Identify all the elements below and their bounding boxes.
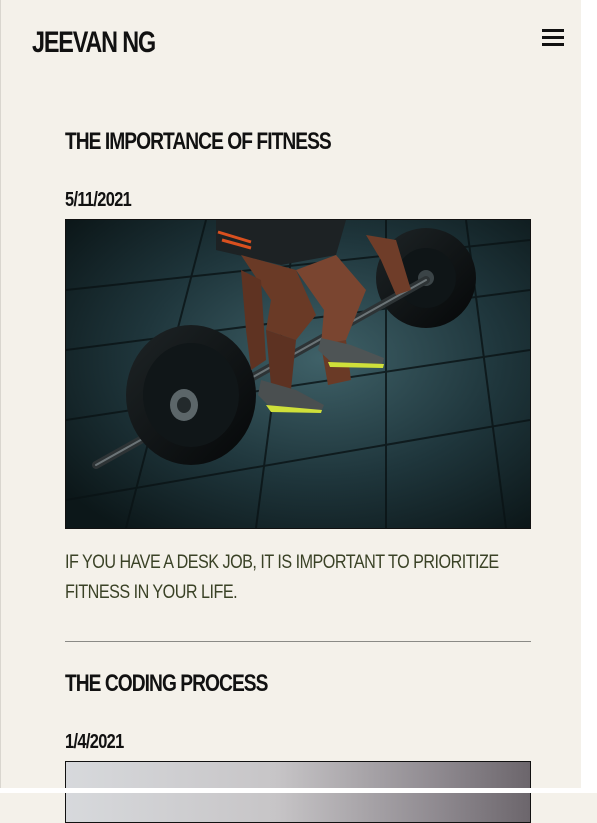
site-header: JEEVAN NG: [0, 0, 581, 90]
blog-post: THE CODING PROCESS 1/4/2021: [65, 670, 531, 823]
post-date: 5/11/2021: [65, 189, 132, 211]
menu-bar: [542, 29, 564, 32]
menu-bar: [542, 43, 564, 46]
photo-art: [66, 220, 530, 528]
barbell-deadlift-photo[interactable]: [65, 219, 531, 529]
menu-bar: [542, 36, 564, 39]
post-date: 1/4/2021: [65, 731, 124, 753]
page-edge: [0, 0, 1, 793]
page-edge: [0, 788, 597, 793]
hamburger-menu-icon[interactable]: [541, 26, 565, 48]
post-title[interactable]: THE IMPORTANCE OF FITNESS: [65, 128, 332, 156]
post-divider: [65, 641, 531, 642]
blog-post: THE IMPORTANCE OF FITNESS 5/11/2021 IF Y…: [65, 128, 531, 618]
site-brand[interactable]: JEEVAN NG: [32, 26, 156, 60]
post-excerpt: IF YOU HAVE A DESK JOB, IT IS IMPORTANT …: [65, 552, 499, 603]
page-edge: [581, 0, 597, 793]
post-title[interactable]: THE CODING PROCESS: [65, 670, 268, 698]
